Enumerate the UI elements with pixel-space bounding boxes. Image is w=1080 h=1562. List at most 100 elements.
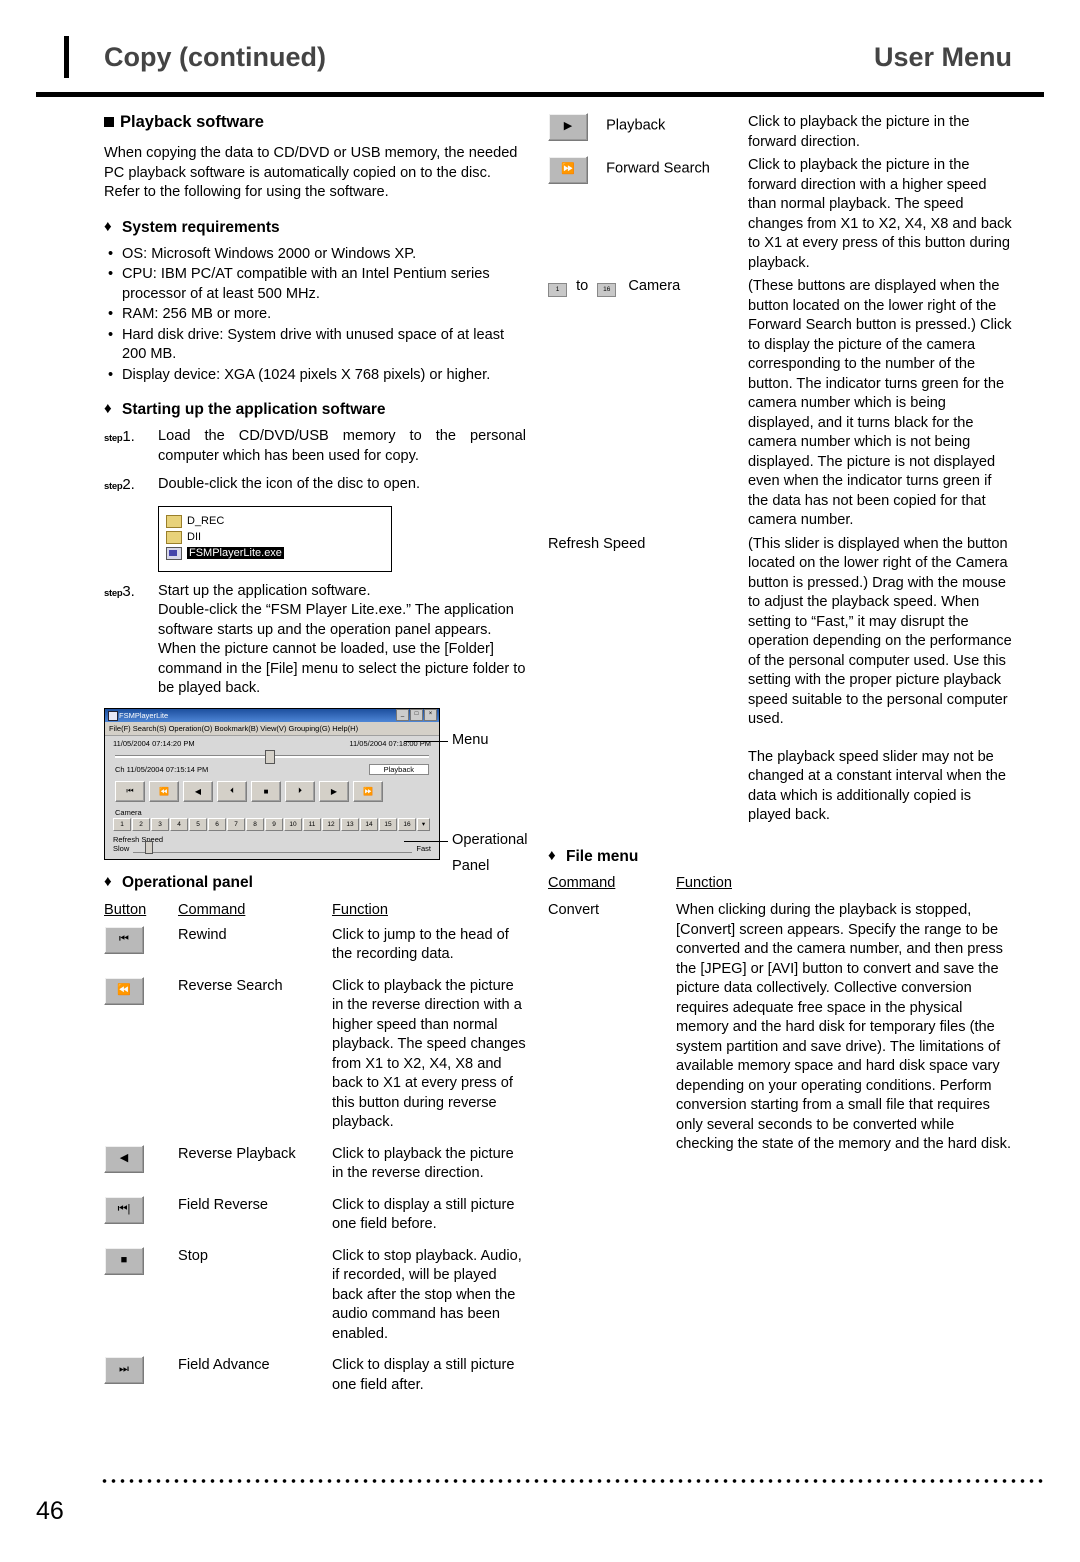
player-refresh-speed: Refresh Speed Slow Fast bbox=[113, 835, 431, 854]
maximize-icon[interactable]: □ bbox=[410, 709, 423, 721]
field-advance-icon[interactable]: ⏵ bbox=[285, 780, 315, 802]
camera-range-connector: to bbox=[576, 278, 589, 294]
camera-button-last-icon[interactable]: 16 bbox=[597, 282, 617, 297]
list-item: FSMPlayerLite.exe bbox=[166, 546, 384, 560]
function-text-main: (This slider is displayed when the butto… bbox=[748, 535, 1012, 728]
refresh-slider-knob[interactable] bbox=[145, 840, 154, 854]
folder-name: DII bbox=[187, 531, 202, 543]
callout-panel-line bbox=[404, 840, 448, 842]
camera-number-buttons[interactable]: 1 2 3 4 5 6 7 8 9 10 11 12 13 14 15 16 ▾ bbox=[113, 817, 431, 831]
step-3: step3. Start up the application software… bbox=[104, 582, 526, 699]
camera-button[interactable]: 13 bbox=[341, 817, 359, 831]
table-row: ⏮| Field Reverse Click to display a stil… bbox=[104, 1193, 526, 1244]
playback-icon[interactable]: ▶ bbox=[319, 780, 349, 802]
list-item: DII bbox=[166, 530, 384, 544]
section-playback-software: Playback software bbox=[104, 113, 526, 132]
camera-button[interactable]: 16 bbox=[398, 817, 416, 831]
refresh-slow-label: Slow bbox=[113, 843, 130, 853]
table-row: ⏮ Rewind Click to jump to the head of th… bbox=[104, 923, 526, 974]
player-menubar[interactable]: File(F) Search(S) Operation(O) Bookmark(… bbox=[105, 721, 439, 736]
camera-button[interactable]: 6 bbox=[208, 817, 226, 831]
step-2: step2. Double-click the icon of the disc… bbox=[104, 475, 526, 497]
camera-button[interactable]: 7 bbox=[227, 817, 245, 831]
button-cell: ⏮| bbox=[104, 1193, 178, 1244]
callout-operational: Operational bbox=[452, 831, 528, 848]
table-row: ■ Stop Click to stop playback. Audio, if… bbox=[104, 1244, 526, 1354]
player-camera-section: Camera 1 2 3 4 5 6 7 8 9 10 11 12 13 14 … bbox=[113, 806, 431, 831]
command-cell: Reverse Playback bbox=[178, 1145, 296, 1162]
camera-button[interactable]: 10 bbox=[284, 817, 302, 831]
player-channel-row: Ch 11/05/2004 07:15:14 PM Playback bbox=[105, 763, 439, 775]
header-left-title: Copy (continued) bbox=[104, 42, 326, 72]
forward-search-icon[interactable]: ⏩ bbox=[353, 780, 383, 802]
timeline-knob[interactable] bbox=[265, 749, 275, 764]
command-cell: Stop bbox=[178, 1247, 209, 1264]
folder-icon bbox=[166, 514, 182, 528]
forward-search-icon[interactable]: ⏩ bbox=[548, 156, 588, 184]
right-column: ▶ Playback Click to playback the picture… bbox=[526, 113, 1012, 1404]
camera-button[interactable]: 11 bbox=[303, 817, 321, 831]
camera-button[interactable]: 5 bbox=[189, 817, 207, 831]
folder-name: D_REC bbox=[187, 515, 225, 527]
page-number: 46 bbox=[36, 1497, 64, 1525]
rewind-icon[interactable]: ⏮ bbox=[115, 780, 145, 802]
reverse-playback-icon[interactable]: ◀ bbox=[183, 780, 213, 802]
field-advance-icon[interactable]: ⏭ bbox=[104, 1356, 144, 1384]
chevron-down-icon[interactable]: ▾ bbox=[417, 817, 430, 831]
reverse-search-icon[interactable]: ⏪ bbox=[104, 976, 144, 1005]
button-cell: ⏭ bbox=[104, 1353, 178, 1404]
player-transport-bar[interactable]: ⏮ ⏪ ◀ ⏴ ■ ⏵ ▶ ⏩ bbox=[105, 777, 439, 807]
table-row: ▶ Playback Click to playback the picture… bbox=[548, 113, 1012, 152]
table-header-row: Button Command Function bbox=[104, 900, 526, 923]
reverse-playback-icon[interactable]: ◀ bbox=[104, 1144, 144, 1173]
function-cell: Click to display a still picture one fie… bbox=[332, 1196, 515, 1233]
camera-button[interactable]: 15 bbox=[379, 817, 397, 831]
rewind-icon[interactable]: ⏮ bbox=[104, 925, 144, 954]
stop-icon[interactable]: ■ bbox=[104, 1246, 144, 1275]
player-timeline-slider[interactable] bbox=[115, 749, 429, 764]
subsection-starting-up: Starting up the application software bbox=[104, 400, 526, 419]
camera-button[interactable]: 2 bbox=[132, 817, 150, 831]
field-reverse-icon[interactable]: ⏴ bbox=[217, 780, 247, 802]
table-row: ⏩ Forward Search Click to playback the p… bbox=[548, 156, 1012, 273]
command-label: Camera bbox=[628, 278, 681, 294]
window-controls[interactable]: _ □ × bbox=[396, 709, 437, 721]
file-menu-header-row: Command Function bbox=[548, 874, 1012, 894]
callout-menu-line bbox=[404, 740, 448, 742]
command-cell: 1 to 16 Camera bbox=[548, 277, 748, 531]
list-item: Display device: XGA (1024 pixels X 768 p… bbox=[104, 366, 526, 386]
function-cell: Click to playback the picture in the for… bbox=[748, 114, 970, 150]
camera-button-first-icon[interactable]: 1 bbox=[548, 282, 567, 297]
command-cell: Convert bbox=[548, 902, 600, 918]
minimize-icon[interactable]: _ bbox=[396, 709, 409, 721]
camera-button[interactable]: 3 bbox=[151, 817, 169, 831]
command-cell: Refresh Speed bbox=[548, 535, 646, 552]
refresh-speed-slider[interactable]: Slow Fast bbox=[113, 840, 431, 854]
disc-folder-window: D_REC DII FSMPlayerLite.exe bbox=[158, 505, 392, 572]
col-button: Button bbox=[104, 901, 147, 918]
playback-icon[interactable]: ▶ bbox=[548, 113, 588, 141]
subsection-operational-panel: Operational panel bbox=[104, 873, 526, 892]
camera-button[interactable]: 14 bbox=[360, 817, 378, 831]
command-cell: ▶ Playback bbox=[548, 113, 748, 152]
function-cell: Click to playback the picture in the rev… bbox=[332, 977, 526, 1131]
camera-button[interactable]: 12 bbox=[322, 817, 340, 831]
refresh-slider-track[interactable] bbox=[133, 840, 413, 854]
function-cell: (This slider is displayed when the butto… bbox=[748, 535, 1012, 826]
field-reverse-icon[interactable]: ⏮| bbox=[104, 1195, 144, 1224]
button-cell: ⏪ bbox=[104, 974, 178, 1142]
list-item: Hard disk drive: System drive with unuse… bbox=[104, 326, 526, 365]
stop-icon[interactable]: ■ bbox=[251, 780, 281, 802]
close-icon[interactable]: × bbox=[424, 709, 437, 721]
reverse-search-icon[interactable]: ⏪ bbox=[149, 780, 179, 802]
function-cell: Click to jump to the head of the recordi… bbox=[332, 926, 509, 963]
playback-software-intro: When copying the data to CD/DVD or USB m… bbox=[104, 145, 518, 200]
time-start: 11/05/2004 07:14:20 PM bbox=[113, 738, 195, 748]
table-row: 1 to 16 Camera (These buttons are displa… bbox=[548, 277, 1012, 531]
header-right-title: User Menu bbox=[873, 42, 1012, 72]
camera-button[interactable]: 1 bbox=[113, 817, 131, 831]
player-titlebar: FSMPlayerLite _ □ × bbox=[105, 708, 439, 722]
camera-button[interactable]: 9 bbox=[265, 817, 283, 831]
camera-button[interactable]: 4 bbox=[170, 817, 188, 831]
camera-button[interactable]: 8 bbox=[246, 817, 264, 831]
